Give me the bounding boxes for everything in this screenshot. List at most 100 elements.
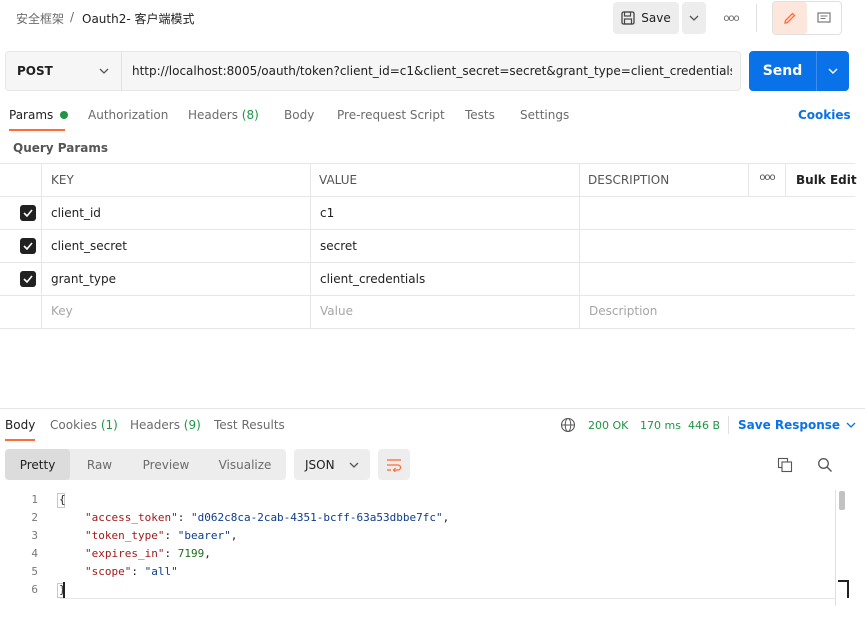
tab-label: Headers — [130, 418, 180, 432]
method-select[interactable]: POST — [5, 51, 121, 91]
url-input[interactable]: http://localhost:8005/oauth/token?client… — [132, 64, 732, 78]
response-tab-headers[interactable]: Headers (9) — [130, 418, 201, 432]
json-key: "scope" — [85, 565, 132, 578]
row-checkbox[interactable] — [20, 271, 36, 287]
tab-pre-request-script[interactable]: Pre-request Script — [337, 108, 445, 122]
table-border — [0, 163, 855, 164]
response-tab-body-underline — [5, 439, 35, 441]
param-key-cell[interactable]: grant_type — [51, 272, 116, 286]
param-value-cell[interactable]: c1 — [320, 206, 334, 220]
line-number: 5 — [31, 565, 38, 578]
row-checkbox[interactable] — [20, 205, 36, 221]
more-actions-button[interactable]: ooo — [720, 9, 742, 27]
param-key-cell[interactable]: client_secret — [51, 239, 127, 253]
tab-params-underline — [9, 129, 65, 131]
overview-ruler-marker — [847, 582, 849, 598]
method-divider — [121, 52, 122, 90]
query-params-title: Query Params — [13, 141, 109, 155]
globe-icon[interactable] — [560, 417, 576, 433]
wrap-lines-button[interactable] — [378, 449, 410, 480]
code-line: "scope": "all" — [85, 565, 178, 578]
params-active-dot — [60, 111, 69, 119]
table-border — [0, 229, 855, 230]
view-mode-visualize[interactable]: Visualize — [207, 449, 283, 480]
param-value-cell[interactable]: secret — [320, 239, 357, 253]
json-value: "d062c8ca-2cab-4351-bcff-63a53dbbe7fc" — [190, 511, 443, 524]
param-value-cell[interactable]: client_credentials — [320, 272, 425, 286]
line-number: 3 — [31, 529, 38, 542]
table-border — [0, 262, 855, 263]
response-tab-cookies[interactable]: Cookies (1) — [50, 418, 118, 432]
copy-icon[interactable] — [777, 457, 793, 473]
tab-tests[interactable]: Tests — [465, 108, 495, 122]
editor-scroll-track — [835, 490, 836, 606]
toolbar-divider — [756, 4, 757, 32]
format-label: JSON — [305, 457, 335, 472]
cookies-link[interactable]: Cookies — [798, 108, 851, 122]
chevron-down-icon — [349, 462, 359, 468]
save-icon — [621, 11, 635, 25]
new-value-input[interactable]: Value — [320, 304, 353, 318]
edit-mode-button[interactable] — [773, 2, 807, 34]
json-key: "access_token" — [85, 511, 178, 524]
send-button-group: Send — [749, 51, 849, 91]
view-mode-label: Visualize — [218, 457, 272, 472]
tab-count: (9) — [183, 418, 201, 432]
send-button[interactable]: Send — [749, 51, 816, 91]
response-time[interactable]: 170 ms — [640, 419, 681, 432]
column-header-key: KEY — [51, 173, 74, 187]
send-options-button[interactable] — [817, 51, 849, 91]
editor-scrollbar-thumb[interactable] — [839, 491, 845, 510]
new-description-input[interactable]: Description — [589, 304, 657, 318]
panel-toggle-group — [772, 1, 842, 35]
tab-headers[interactable]: Headers (8) — [188, 108, 259, 122]
save-label: Save — [641, 11, 671, 25]
line-number: 6 — [31, 583, 38, 596]
comment-icon — [817, 11, 831, 23]
method-label: POST — [17, 64, 53, 78]
check-icon — [23, 242, 33, 250]
pencil-icon — [784, 12, 796, 24]
chevron-down-icon — [689, 15, 699, 21]
table-border — [310, 163, 311, 328]
tab-settings[interactable]: Settings — [520, 108, 569, 122]
json-key: "expires_in" — [85, 547, 165, 560]
json-value: "all" — [144, 565, 178, 578]
bulk-edit-button[interactable]: Bulk Edit — [796, 173, 857, 187]
more-icon: ooo — [723, 12, 739, 24]
view-mode-pretty[interactable]: Pretty — [5, 449, 70, 480]
chevron-down-icon — [828, 68, 838, 74]
row-checkbox[interactable] — [20, 238, 36, 254]
pane-divider[interactable] — [0, 408, 865, 409]
response-size[interactable]: 446 B — [688, 419, 720, 432]
text-cursor — [63, 582, 65, 599]
response-tab-body[interactable]: Body — [5, 418, 35, 432]
tab-body[interactable]: Body — [284, 108, 314, 122]
comments-button[interactable] — [807, 2, 841, 34]
save-options-button[interactable] — [682, 2, 706, 34]
save-response-button[interactable]: Save Response — [738, 418, 856, 432]
save-button[interactable]: Save — [613, 2, 679, 34]
request-title[interactable]: Oauth2- 客户端模式 — [82, 10, 195, 27]
response-tab-test-results[interactable]: Test Results — [214, 418, 285, 432]
code-line: "access_token": "d062c8ca-2cab-4351-bcff… — [85, 511, 450, 524]
breadcrumb-collection[interactable]: 安全框架 — [16, 10, 64, 27]
param-key-cell[interactable]: client_id — [51, 206, 101, 220]
column-options-button[interactable]: ooo — [749, 172, 785, 183]
tab-params[interactable]: Params — [9, 108, 69, 122]
format-select[interactable]: JSON — [294, 449, 370, 480]
new-key-input[interactable]: Key — [51, 304, 73, 318]
line-number: 1 — [31, 493, 38, 506]
json-value: 7199 — [177, 547, 205, 560]
tab-authorization[interactable]: Authorization — [88, 108, 168, 122]
chevron-down-icon — [99, 68, 109, 74]
tab-label: Test Results — [214, 418, 285, 432]
json-value: "bearer" — [177, 529, 231, 542]
table-border — [0, 295, 855, 296]
line-number: 4 — [31, 547, 38, 560]
view-mode-raw[interactable]: Raw — [72, 449, 127, 480]
search-icon[interactable] — [817, 457, 833, 473]
status-code[interactable]: 200 OK — [588, 419, 628, 432]
table-border — [41, 163, 42, 328]
view-mode-preview[interactable]: Preview — [132, 449, 200, 480]
